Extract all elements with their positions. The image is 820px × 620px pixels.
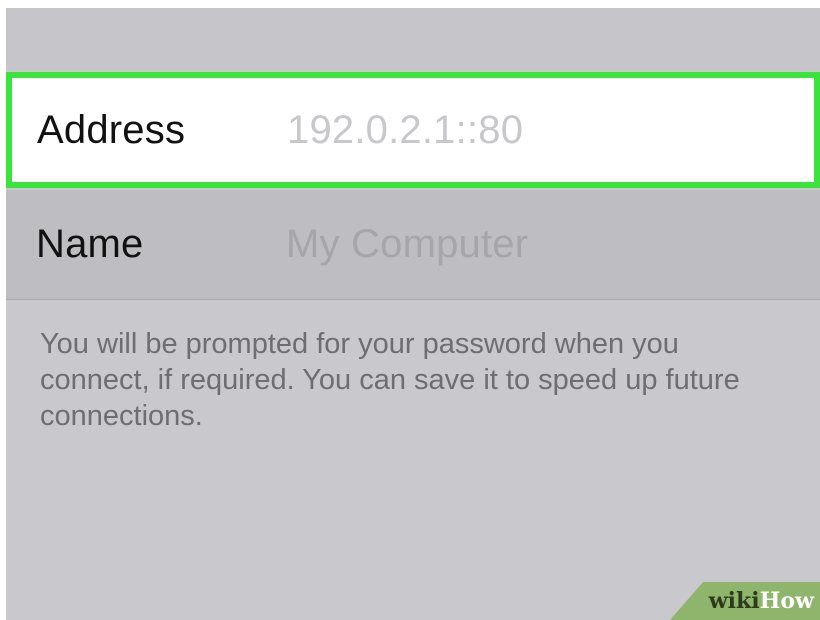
settings-screen: Address 192.0.2.1::80 Name My Computer Y… [6,8,820,620]
address-label: Address [37,107,186,152]
watermark-how: How [759,588,814,614]
address-input[interactable]: 192.0.2.1::80 [287,108,523,153]
address-row[interactable]: Address 192.0.2.1::80 [6,72,820,188]
name-label: Name [36,222,144,266]
name-row[interactable]: Name My Computer [6,190,820,300]
footer-note: You will be prompted for your password w… [40,328,740,432]
top-band [6,8,820,70]
wikihow-watermark: wiki How [670,582,820,620]
watermark-wiki: wiki [708,588,760,614]
name-input[interactable]: My Computer [286,222,528,267]
